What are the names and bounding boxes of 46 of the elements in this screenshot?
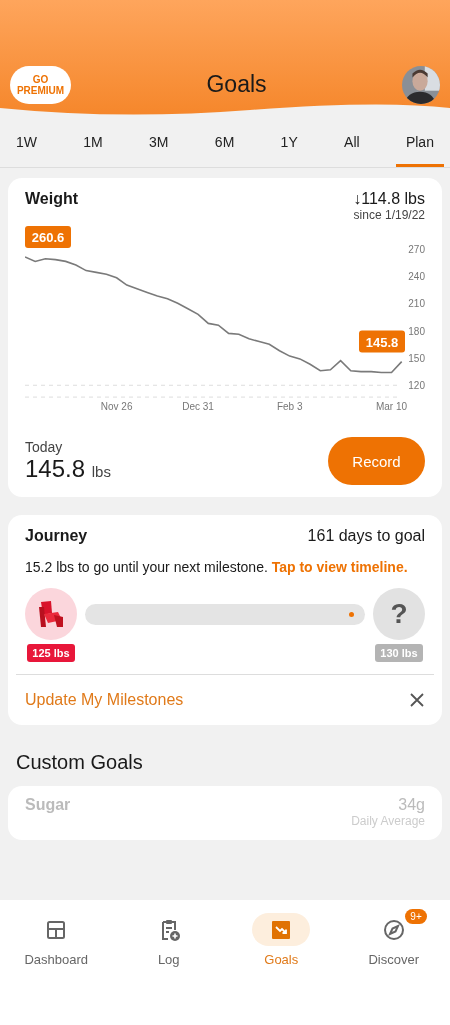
annotation: 145.8	[365, 334, 399, 350]
today-weight: 145.8 lbs	[25, 455, 111, 483]
y-axis-label: 150	[408, 352, 425, 364]
nav-item[interactable]: Log	[118, 912, 219, 968]
compass-icon	[381, 917, 406, 942]
milestone-badge: 130 lbs	[375, 644, 423, 662]
page-title: Goals	[206, 71, 267, 99]
goal-name: Sugar	[25, 796, 71, 814]
y-axis-label: 210	[408, 298, 425, 310]
x-axis-label: Nov 26	[100, 401, 133, 412]
range-tab[interactable]: 6M	[204, 122, 245, 167]
today-label: Today	[25, 439, 64, 455]
range-tab[interactable]: 1W	[6, 122, 47, 167]
card-title: Weight	[25, 190, 79, 208]
y-axis-label: 270	[408, 243, 425, 255]
range-tab[interactable]: 1Y	[270, 122, 308, 167]
x-axis-label: Dec 31	[182, 401, 214, 412]
range-tab[interactable]: 3M	[139, 122, 179, 167]
weight-change: ↓114.8 lbs	[353, 190, 425, 208]
y-axis-label: 240	[408, 271, 425, 282]
update-milestones-link[interactable]: Update My Milestones	[25, 691, 184, 709]
card-title: Journey	[25, 527, 88, 545]
milestone-badge: 125 lbs	[27, 644, 75, 662]
range-tab[interactable]: Plan	[395, 122, 444, 167]
armchair-icon	[36, 599, 66, 629]
close-icon[interactable]	[409, 692, 425, 708]
nav-item[interactable]: 9+ Discover	[343, 912, 444, 968]
section-title: Custom Goals	[16, 751, 144, 774]
goal-value: 34g	[398, 796, 425, 814]
days-to-goal: 161 days to goal	[307, 527, 425, 545]
premium-button[interactable]: GO PREMIUM	[10, 66, 71, 104]
milestone-message: 15.2 lbs to go until your next milestone. Tap to view timeline.	[25, 558, 409, 577]
milestone-circle[interactable]	[25, 588, 77, 640]
milestone-circle[interactable]: ?	[373, 588, 425, 640]
notification-badge: 9+	[405, 909, 427, 924]
value-label: 260.6	[25, 225, 71, 248]
nav-item[interactable]: Dashboard	[6, 912, 107, 968]
y-axis-label: 180	[408, 325, 425, 337]
nav-item[interactable]: Goals	[231, 912, 332, 968]
x-axis-label: Mar 10	[375, 401, 408, 412]
range-tab[interactable]: All	[334, 122, 370, 167]
x-axis-label: Feb 3	[276, 401, 303, 412]
range-tab[interactable]: 1M	[73, 122, 113, 167]
y-axis-label: 120	[408, 380, 425, 392]
value-label: 145.8	[359, 330, 405, 353]
since-date: since 1/19/22	[353, 208, 425, 222]
